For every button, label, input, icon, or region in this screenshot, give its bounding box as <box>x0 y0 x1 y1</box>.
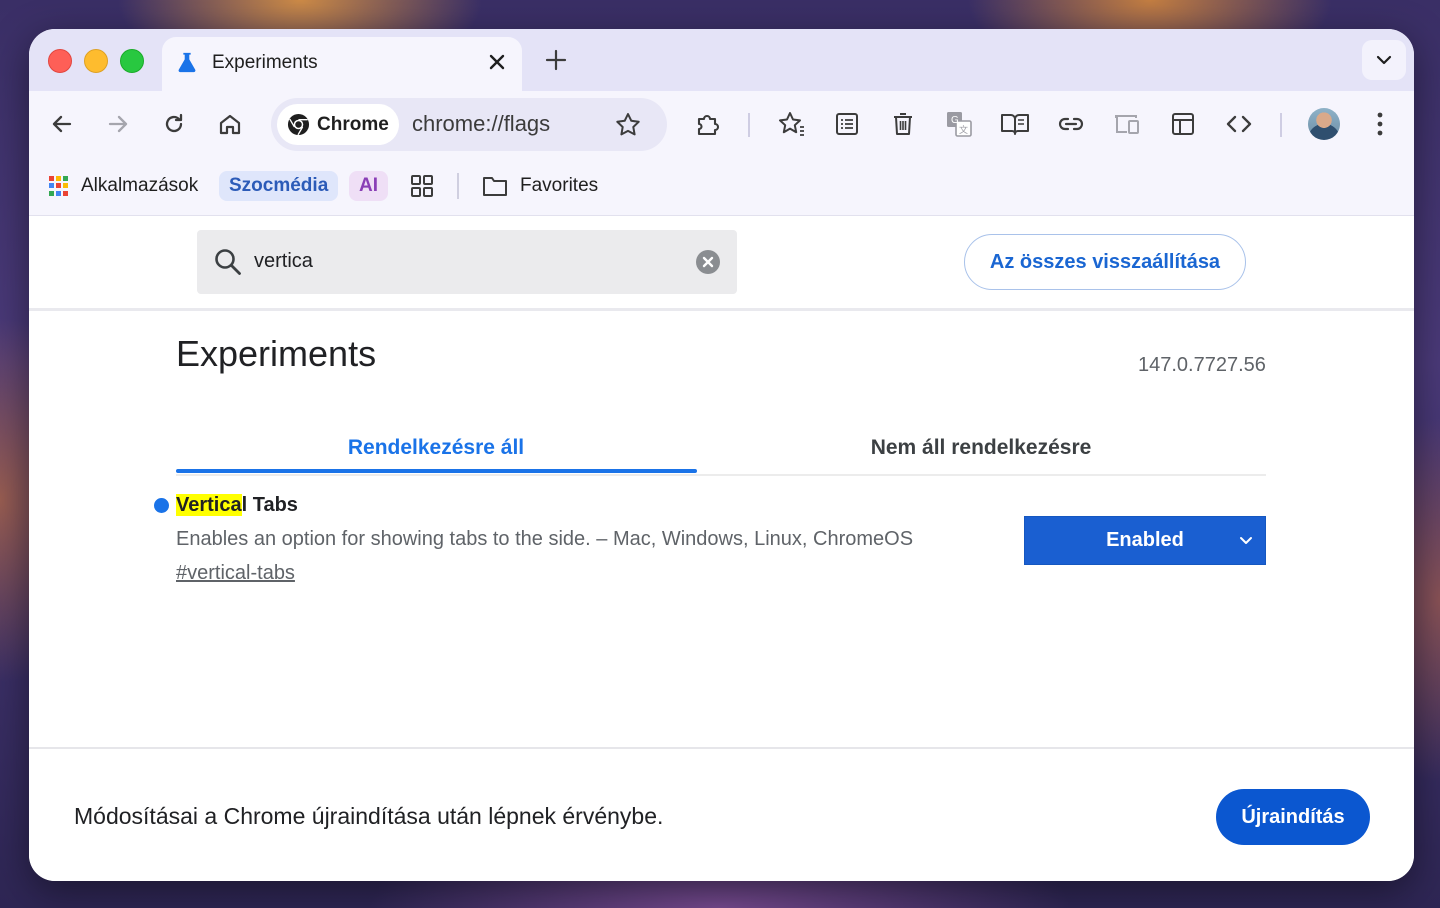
tab-unavailable[interactable]: Nem áll rendelkezésre <box>696 424 1266 472</box>
experiment-name: Vertical Tabs <box>176 494 298 517</box>
search-input[interactable]: vertica <box>254 250 313 273</box>
bookmarks-manager-icon <box>779 112 804 136</box>
bookmark-apps[interactable]: Alkalmazások <box>49 171 198 201</box>
delete-button[interactable] <box>887 108 919 140</box>
reading-mode-button[interactable] <box>999 108 1031 140</box>
reading-mode-icon <box>1001 114 1029 135</box>
tab-title: Experiments <box>212 52 318 73</box>
bookmark-star-icon[interactable] <box>614 111 642 139</box>
favorites-label: Favorites <box>520 175 599 196</box>
experiment-permalink[interactable]: #vertical-tabs <box>176 562 295 585</box>
browser-window: Experiments Chrome chrome://flags G 文 Al… <box>29 29 1414 881</box>
bookmark-group-szocmedia[interactable]: Szocmédia <box>219 171 339 201</box>
devtools-icon <box>1226 115 1252 133</box>
toolbar-separator <box>748 113 750 137</box>
bookmark-folder-favorites[interactable]: Favorites <box>482 171 598 201</box>
toolbar-separator <box>1280 113 1282 137</box>
bookmark-apps-label: Alkalmazások <box>81 175 199 196</box>
toolbar: Chrome chrome://flags G文 <box>29 91 1414 157</box>
close-window-button[interactable] <box>48 49 72 73</box>
url-text[interactable]: chrome://flags <box>412 111 550 137</box>
chevron-down-icon <box>1240 537 1252 544</box>
chevron-down-icon <box>1376 55 1392 65</box>
translate-icon: G文 <box>947 112 972 137</box>
menu-icon <box>1377 112 1383 136</box>
folder-icon <box>483 177 507 196</box>
extensions-button[interactable] <box>692 108 724 140</box>
search-highlight: Vertica <box>176 494 242 516</box>
active-tab-indicator <box>176 469 697 473</box>
zoom-window-button[interactable] <box>120 49 144 73</box>
flask-icon <box>178 52 196 73</box>
copy-link-button[interactable] <box>1055 108 1087 140</box>
tab-strip: Experiments <box>29 29 1414 91</box>
devtools-button[interactable] <box>1223 108 1255 140</box>
reading-list-button[interactable] <box>831 108 863 140</box>
back-icon <box>52 115 72 133</box>
chip-label: Chrome <box>317 114 389 135</box>
address-bar[interactable]: Chrome chrome://flags <box>271 98 667 151</box>
tab-available[interactable]: Rendelkezésre áll <box>176 424 696 472</box>
cast-button[interactable] <box>1111 108 1143 140</box>
extensions-icon <box>697 115 719 136</box>
tab-groups-button[interactable] <box>407 171 437 201</box>
relaunch-footer: Módosításai a Chrome újraindítása után l… <box>29 747 1414 881</box>
cast-icon <box>1115 115 1139 134</box>
bookmark-group-ai[interactable]: AI <box>349 171 388 201</box>
bookmarks-separator <box>457 173 459 199</box>
delete-icon <box>894 113 912 135</box>
home-icon <box>219 114 241 135</box>
search-icon <box>215 249 241 275</box>
apps-grid-icon <box>49 176 69 196</box>
svg-text:文: 文 <box>959 124 968 135</box>
clear-search-icon[interactable] <box>695 249 721 275</box>
bookmarks-manager-button[interactable] <box>775 108 807 140</box>
page-title: Experiments <box>176 333 377 374</box>
experiment-name-rest: l Tabs <box>241 494 298 516</box>
home-button[interactable] <box>214 108 246 140</box>
chrome-logo-icon <box>287 113 310 136</box>
back-button[interactable] <box>46 108 78 140</box>
flags-header: vertica Az összes visszaállítása <box>29 216 1414 311</box>
modified-indicator <box>154 498 169 513</box>
bookmarks-bar: Alkalmazások Szocmédia AI Favorites <box>29 157 1414 216</box>
site-info-chip[interactable]: Chrome <box>277 104 399 145</box>
tab-search-button[interactable] <box>1362 40 1406 80</box>
reload-icon <box>165 113 183 133</box>
experiment-description: Enables an option for showing tabs to th… <box>176 528 914 550</box>
forward-icon <box>108 115 128 133</box>
svg-text:G: G <box>951 115 959 126</box>
tab-experiments[interactable]: Experiments <box>162 37 522 91</box>
tab-layout-icon <box>1172 113 1194 135</box>
menu-button[interactable] <box>1364 108 1396 140</box>
version-label: 147.0.7727.56 <box>1138 354 1266 376</box>
new-tab-icon[interactable] <box>542 46 570 74</box>
experiment-state-select[interactable]: Enabled <box>1024 516 1266 565</box>
close-tab-icon[interactable] <box>484 49 510 75</box>
reset-all-button[interactable]: Az összes visszaállítása <box>964 234 1246 290</box>
relaunch-button[interactable]: Újraindítás <box>1216 789 1370 845</box>
select-value: Enabled <box>1106 529 1184 551</box>
tab-groups-icon <box>411 175 433 197</box>
copy-link-icon <box>1058 117 1084 131</box>
minimize-window-button[interactable] <box>84 49 108 73</box>
forward-button[interactable] <box>102 108 134 140</box>
translate-button[interactable]: G文 <box>943 108 975 140</box>
reload-button[interactable] <box>158 108 190 140</box>
reading-list-icon <box>836 113 858 135</box>
relaunch-message: Módosításai a Chrome újraindítása után l… <box>74 803 664 829</box>
flags-search-box[interactable]: vertica <box>197 230 737 294</box>
tab-layout-button[interactable] <box>1167 108 1199 140</box>
profile-avatar[interactable] <box>1308 108 1340 140</box>
